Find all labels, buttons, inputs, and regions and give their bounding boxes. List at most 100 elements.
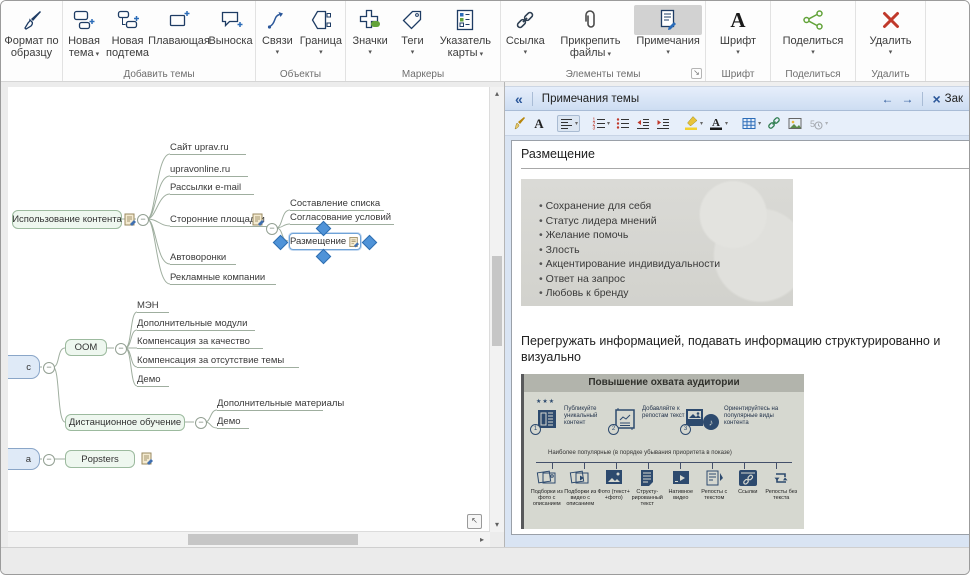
- note-icon[interactable]: [141, 452, 154, 465]
- topic-dopmoduli[interactable]: Дополнительные модули: [137, 317, 255, 331]
- new-subtopic-button[interactable]: Новая подтема: [104, 4, 151, 67]
- callout-button[interactable]: Выноска: [207, 4, 254, 67]
- topic-avtovoronki[interactable]: Автоворонки: [170, 251, 236, 265]
- collapse-button[interactable]: [115, 343, 127, 355]
- vertical-scrollbar[interactable]: [489, 87, 504, 532]
- dropdown-caret: [480, 47, 484, 59]
- dropdown-caret: [783, 47, 844, 57]
- group-label-objects: Объекты: [256, 69, 345, 80]
- icons-marker-button[interactable]: Значки: [347, 4, 393, 67]
- note-image-slide[interactable]: Сохранение для себя Статус лидера мнений…: [521, 179, 793, 306]
- decrease-indent-button[interactable]: [633, 115, 652, 132]
- notes-button[interactable]: Примечания: [632, 4, 704, 67]
- note-icon[interactable]: [124, 213, 137, 226]
- note-paragraph: Перегружать информацией, подавать информ…: [521, 333, 969, 365]
- map-index-button[interactable]: Указатель карты: [432, 4, 499, 67]
- delete-icon: [870, 5, 912, 35]
- prev-note-icon[interactable]: [881, 92, 893, 106]
- infographic-title: Повышение охвата аудитории: [524, 374, 804, 392]
- topic-upravonline[interactable]: upravonline.ru: [170, 163, 248, 177]
- note-icon[interactable]: [252, 213, 265, 226]
- format-painter-button[interactable]: Формат по образцу: [2, 4, 61, 67]
- notes-panel: Примечания темы Зак A 123 A: [504, 82, 969, 547]
- numbered-list-button[interactable]: 123: [589, 115, 612, 132]
- insert-link-button[interactable]: [764, 114, 784, 132]
- topic-cut-left-2[interactable]: а: [8, 448, 40, 470]
- topic-soglasovanie[interactable]: Согласование условий: [290, 211, 394, 225]
- topic-site[interactable]: Сайт uprav.ru: [170, 141, 246, 155]
- topic-popsters[interactable]: Popsters: [65, 450, 135, 468]
- font-button[interactable]: A Шрифт: [718, 4, 758, 67]
- insert-image-button[interactable]: [785, 115, 805, 132]
- map-canvas[interactable]: Использование контента Сайт uprav.ru upr…: [8, 87, 490, 532]
- floating-topic-button[interactable]: Плавающая: [151, 4, 207, 67]
- group-label-delete: Удалить: [856, 69, 925, 80]
- align-button[interactable]: [557, 115, 580, 132]
- topic-ispolzovanie-kontenta[interactable]: Использование контента: [12, 210, 122, 229]
- horizontal-scrollbar[interactable]: [8, 531, 490, 547]
- topic-rassylki[interactable]: Рассылки e-mail: [170, 181, 254, 195]
- collapse-button[interactable]: [266, 223, 278, 235]
- boundary-button[interactable]: Граница: [298, 4, 344, 67]
- font-dialog-button[interactable]: A: [530, 114, 548, 132]
- ribbon-group-add-topics: Новая тема Новая подтема Плавающая: [63, 1, 256, 81]
- hyperlink-icon: [504, 5, 547, 35]
- dropdown-caret: [262, 47, 293, 57]
- topic-reklamnye[interactable]: Рекламные компании: [170, 271, 276, 285]
- collapse-button[interactable]: [43, 454, 55, 466]
- topic-kompotsut[interactable]: Компенсация за отсутствие темы: [137, 354, 299, 368]
- scroll-down-arrow[interactable]: [490, 518, 504, 532]
- collapse-button[interactable]: [137, 214, 149, 226]
- callout-icon: [209, 5, 252, 35]
- topic-razmeshchenie-selected[interactable]: Размещение: [289, 233, 361, 250]
- scroll-right-arrow[interactable]: [476, 532, 488, 547]
- scroll-up-arrow[interactable]: [490, 87, 504, 101]
- tags-button[interactable]: Теги: [393, 4, 432, 67]
- floating-topic-icon: [153, 5, 205, 35]
- bullet-list-button[interactable]: [613, 115, 632, 132]
- delete-button[interactable]: Удалить: [868, 4, 914, 67]
- insert-timestamp-button[interactable]: 5: [806, 115, 830, 132]
- vertical-scroll-thumb[interactable]: [492, 256, 502, 346]
- ribbon-group-font: A Шрифт Шрифт: [706, 1, 771, 81]
- topic-demo-2[interactable]: Демо: [217, 415, 249, 429]
- collapse-panel-icon[interactable]: [515, 91, 523, 107]
- font-color-button[interactable]: A: [706, 114, 730, 132]
- topic-oom[interactable]: ООМ: [65, 339, 107, 356]
- topic-distancionnoe[interactable]: Дистанционное обучение: [65, 414, 185, 431]
- increase-indent-button[interactable]: [653, 115, 672, 132]
- dialog-launcher-icon[interactable]: [691, 68, 702, 79]
- svg-text:♪: ♪: [709, 418, 714, 428]
- note-infographic[interactable]: Повышение охвата аудитории ★★★ 1 Публику…: [521, 374, 804, 529]
- map-index-icon: [434, 5, 497, 35]
- note-editor[interactable]: Размещение Сохранение для себя Статус ли…: [511, 140, 969, 535]
- content-type-video-collection: Подборки из видео с описанием: [564, 468, 598, 507]
- topic-dopmat[interactable]: Дополнительные материалы: [217, 397, 323, 411]
- share-button[interactable]: Поделиться: [781, 4, 846, 67]
- close-panel-label[interactable]: Зак: [945, 93, 963, 105]
- topic-cut-left-1[interactable]: с: [8, 355, 40, 379]
- topic-kompkach[interactable]: Компенсация за качество: [137, 335, 263, 349]
- next-note-icon[interactable]: [901, 92, 913, 106]
- collapse-button[interactable]: [195, 417, 207, 429]
- attach-files-button[interactable]: Прикрепить файлы: [549, 4, 632, 67]
- close-panel-icon[interactable]: [932, 91, 940, 107]
- new-topic-icon: [66, 5, 102, 35]
- hyperlink-button[interactable]: Ссылка: [502, 4, 549, 67]
- insert-table-button[interactable]: [739, 115, 763, 132]
- highlight-color-button[interactable]: [681, 114, 705, 132]
- group-label-add-topics: Добавить темы: [63, 69, 255, 80]
- content-type-repost-no-text: Репосты без текста: [765, 468, 799, 507]
- relationships-button[interactable]: Связи: [257, 4, 298, 67]
- format-brush-button[interactable]: [509, 114, 529, 132]
- horizontal-scroll-thumb[interactable]: [188, 534, 358, 545]
- fit-map-button[interactable]: [467, 514, 482, 529]
- topic-sostavlenie[interactable]: Составление списка: [290, 197, 384, 211]
- topic-men[interactable]: МЭН: [137, 299, 169, 313]
- collapse-button[interactable]: [43, 362, 55, 374]
- new-topic-button[interactable]: Новая тема: [64, 4, 104, 67]
- dropdown-caret: [870, 47, 912, 57]
- map-pane: Использование контента Сайт uprav.ru upr…: [1, 82, 504, 547]
- note-icon[interactable]: [349, 236, 360, 248]
- topic-demo-1[interactable]: Демо: [137, 373, 169, 387]
